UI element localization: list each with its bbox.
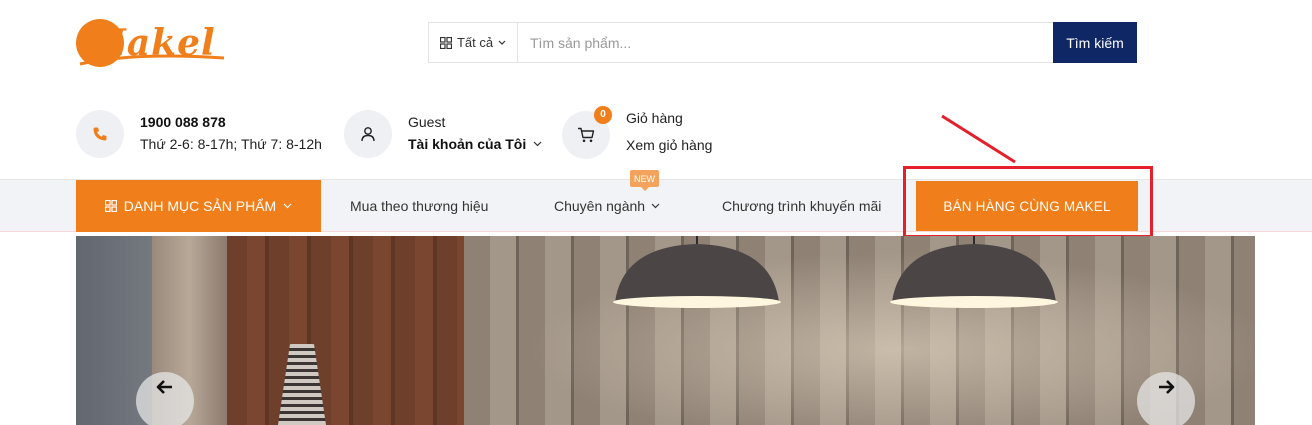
highlight-box bbox=[903, 166, 1153, 238]
cart-block[interactable]: 0 Giỏ hàng Xem giỏ hàng bbox=[562, 105, 712, 159]
search-button[interactable]: Tìm kiếm bbox=[1053, 22, 1137, 63]
phone-icon-circle bbox=[76, 110, 124, 158]
logo-text: Makel bbox=[86, 22, 216, 64]
nav-industry-label: Chuyên ngành bbox=[554, 198, 646, 214]
working-hours: Thứ 2-6: 8-17h; Thứ 7: 8-12h bbox=[140, 135, 322, 152]
arrow-left-icon bbox=[156, 380, 172, 394]
pendant-lamp-image bbox=[613, 244, 781, 308]
nav-promotions-link[interactable]: Chương trình khuyến mãi bbox=[722, 180, 881, 232]
nav-promotions-label: Chương trình khuyến mãi bbox=[722, 198, 882, 214]
account-block[interactable]: Guest Tài khoản của Tôi bbox=[344, 110, 542, 158]
phone-icon bbox=[93, 127, 107, 141]
makel-logo[interactable]: Makel bbox=[74, 14, 234, 72]
search-bar: Tất cả Tìm kiếm bbox=[428, 22, 1137, 63]
categories-menu-button[interactable]: DANH MỤC SẢN PHẨM bbox=[76, 180, 321, 232]
new-badge: NEW bbox=[630, 170, 659, 191]
user-icon bbox=[361, 127, 375, 142]
view-cart-link[interactable]: Xem giỏ hàng bbox=[626, 132, 712, 159]
banner-prev-button[interactable] bbox=[136, 372, 194, 425]
chevron-down-icon bbox=[533, 141, 542, 146]
search-category-label: Tất cả bbox=[456, 35, 494, 50]
arrow-right-icon bbox=[1159, 380, 1175, 394]
cart-count-badge: 0 bbox=[594, 105, 612, 124]
nav-brands-label: Mua theo thương hiệu bbox=[350, 198, 489, 214]
cart-icon bbox=[578, 127, 595, 142]
nav-brands-link[interactable]: Mua theo thương hiệu bbox=[350, 180, 488, 232]
user-icon-circle bbox=[344, 110, 392, 158]
chevron-down-icon bbox=[283, 203, 292, 209]
chevron-down-icon bbox=[651, 203, 660, 209]
account-greeting: Guest bbox=[408, 113, 446, 130]
hero-banner bbox=[76, 236, 1255, 425]
pendant-lamp-image bbox=[890, 244, 1058, 308]
cart-icon-circle: 0 bbox=[562, 105, 612, 159]
grid-icon bbox=[104, 200, 117, 212]
cart-label: Giỏ hàng bbox=[626, 110, 683, 126]
search-category-select[interactable]: Tất cả bbox=[429, 23, 518, 62]
contact-block: 1900 088 878 Thứ 2-6: 8-17h; Thứ 7: 8-12… bbox=[76, 110, 322, 158]
categories-menu-label: DANH MỤC SẢN PHẨM bbox=[123, 198, 277, 214]
search-input[interactable] bbox=[518, 23, 1053, 62]
phone-number[interactable]: 1900 088 878 bbox=[140, 111, 322, 133]
account-label[interactable]: Tài khoản của Tôi bbox=[408, 133, 526, 155]
banner-next-button[interactable] bbox=[1137, 372, 1195, 425]
grid-icon bbox=[439, 36, 452, 49]
chevron-down-icon bbox=[498, 40, 506, 45]
